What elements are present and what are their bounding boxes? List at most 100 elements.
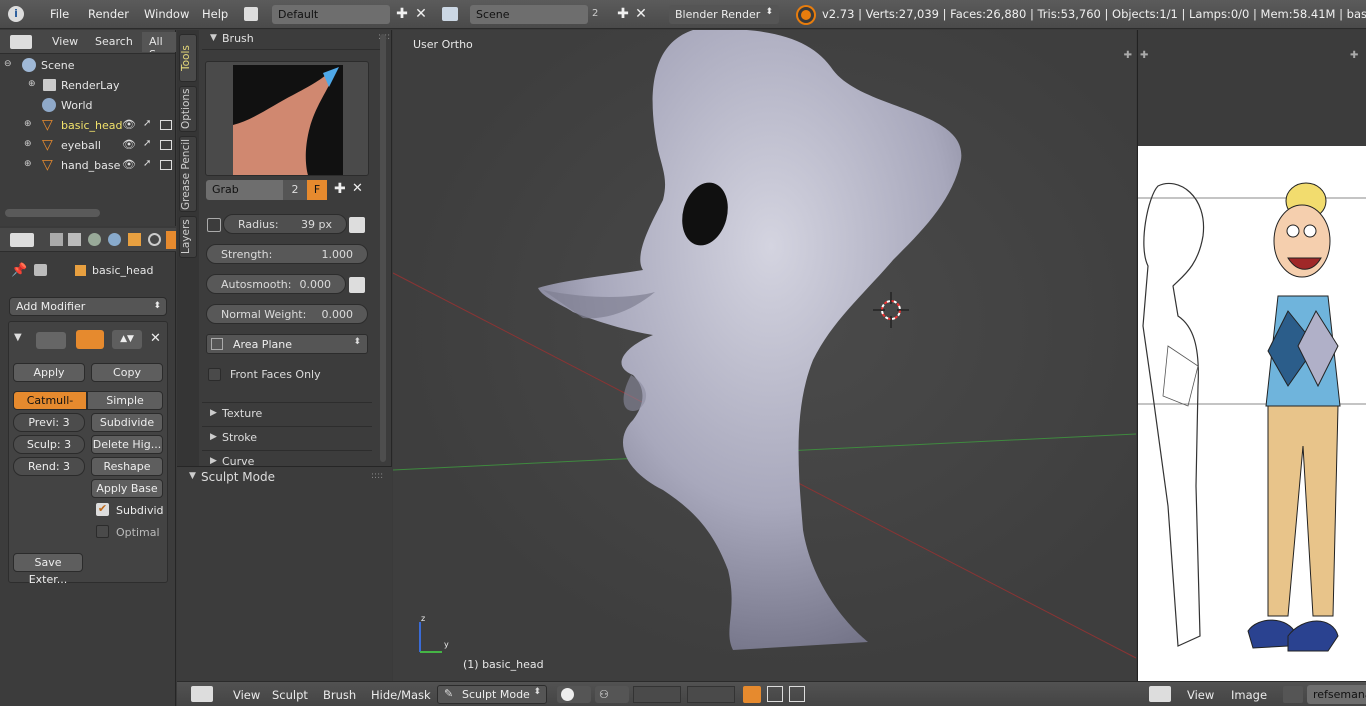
tool-shelf-scrollbar[interactable]: [380, 34, 386, 462]
menu-brush[interactable]: Brush: [323, 688, 356, 702]
info-editor-icon[interactable]: i: [8, 6, 24, 22]
scene-field[interactable]: Scene: [470, 5, 588, 24]
optimal-display-checkbox[interactable]: [96, 525, 109, 538]
menu-view[interactable]: View: [233, 688, 260, 702]
expand-icon[interactable]: ⊕: [24, 119, 32, 129]
delete-higher-button[interactable]: Delete Hig...: [91, 435, 163, 454]
render-still-icon[interactable]: [767, 686, 783, 702]
outliner-menu-search[interactable]: Search: [95, 35, 133, 48]
tab-options[interactable]: Options: [179, 86, 197, 132]
properties-editor-icon[interactable]: [10, 233, 34, 247]
area-split-icon[interactable]: ✚: [1124, 50, 1132, 61]
expand-icon[interactable]: ⊕: [28, 79, 36, 89]
world-tab-icon[interactable]: [108, 233, 121, 246]
render-animation-icon[interactable]: [789, 686, 805, 702]
pressure-icon[interactable]: [349, 277, 365, 293]
tab-tools[interactable]: Tools: [179, 34, 197, 82]
outliner-display-select[interactable]: All Sc: [142, 32, 176, 52]
save-external-button[interactable]: Save Exter...: [13, 553, 83, 586]
menu-sculpt[interactable]: Sculpt: [272, 688, 308, 702]
catmull-clark-button[interactable]: Catmull-Clark: [13, 391, 87, 424]
render-tab-icon[interactable]: [50, 233, 63, 246]
expand-icon[interactable]: ⊕: [24, 159, 32, 169]
constraints-tab-icon[interactable]: [148, 233, 161, 246]
unlink-brush-icon[interactable]: ✕: [352, 181, 363, 196]
image-editor-type-icon[interactable]: [1149, 686, 1171, 702]
tab-grease-pencil[interactable]: Grease Pencil: [179, 136, 197, 212]
menu-file[interactable]: File: [50, 7, 69, 21]
render-camera-icon[interactable]: [160, 120, 172, 130]
collapse-triangle-icon[interactable]: ▼: [14, 332, 22, 343]
menu-hide-mask[interactable]: Hide/Mask: [371, 688, 431, 702]
area-split-icon[interactable]: ✚: [1350, 50, 1358, 61]
pin-icon[interactable]: 📌: [11, 263, 27, 278]
visibility-eye-icon[interactable]: 👁: [122, 138, 136, 151]
visibility-eye-icon[interactable]: 👁: [122, 158, 136, 171]
new-brush-icon[interactable]: ✚: [334, 181, 346, 197]
outliner-editor-icon[interactable]: [10, 35, 32, 49]
brush-preview-frame[interactable]: [205, 61, 369, 176]
subdivide-button[interactable]: Subdivide: [91, 413, 163, 432]
outliner-row-eyeball[interactable]: ⊕ ▽ eyeball 👁 ➚: [0, 135, 176, 155]
sculpt-levels-field[interactable]: Sculp: 3: [13, 435, 85, 454]
add-layout-icon[interactable]: ✚: [393, 5, 411, 24]
menu-window[interactable]: Window: [144, 7, 189, 21]
layer-buttons-1[interactable]: [633, 686, 681, 703]
copy-button[interactable]: Copy: [91, 363, 163, 382]
outliner-row-world[interactable]: World: [0, 95, 176, 115]
mode-select[interactable]: ✎ Sculpt Mode ⬍: [437, 685, 547, 704]
selectable-cursor-icon[interactable]: ➚: [143, 118, 151, 129]
strength-slider[interactable]: Strength: 1.000: [206, 244, 368, 264]
radius-slider[interactable]: Radius: 39 px: [223, 214, 347, 234]
layer-buttons-2[interactable]: [687, 686, 735, 703]
outliner-row-hand-base[interactable]: ⊕ ▽ hand_base 👁 ➚: [0, 155, 176, 175]
pressure-icon[interactable]: [349, 217, 365, 233]
simple-button[interactable]: Simple: [87, 391, 163, 410]
screen-layout-icon[interactable]: [244, 7, 258, 21]
reshape-button[interactable]: Reshape: [91, 457, 163, 476]
collapse-triangle-icon[interactable]: ▼: [189, 471, 196, 481]
scene-icon[interactable]: [442, 7, 458, 21]
lock-icon[interactable]: [207, 218, 221, 232]
outliner-row-scene[interactable]: ⊖ Scene: [0, 55, 176, 75]
outliner-row-basic-head[interactable]: ⊕ ▽ basic_head 👁 ➚: [0, 115, 176, 135]
preview-levels-field[interactable]: Previ: 3: [13, 413, 85, 432]
normal-weight-slider[interactable]: Normal Weight: 0.000: [206, 304, 368, 324]
stroke-panel-header[interactable]: ▶ Stroke: [202, 426, 372, 448]
brush-name-field[interactable]: Grab: [206, 180, 283, 200]
render-engine-select[interactable]: Blender Render ⬍: [669, 5, 779, 24]
selectable-cursor-icon[interactable]: ➚: [143, 138, 151, 149]
render-levels-field[interactable]: Rend: 3: [13, 457, 85, 476]
pivot-point-select[interactable]: ⚇: [595, 686, 629, 703]
editor-type-icon[interactable]: [191, 686, 213, 702]
visibility-eye-icon[interactable]: 👁: [122, 118, 136, 131]
apply-base-button[interactable]: Apply Base: [91, 479, 163, 498]
move-up-down-icon[interactable]: ▲▼: [112, 330, 142, 349]
outliner-row-renderlayers[interactable]: ⊕ RenderLay: [0, 75, 176, 95]
menu-help[interactable]: Help: [202, 7, 228, 21]
remove-scene-icon[interactable]: ✕: [632, 5, 650, 24]
outliner-scrollbar[interactable]: [5, 209, 100, 217]
scene-tab-icon[interactable]: [88, 233, 101, 246]
expand-icon[interactable]: ⊕: [24, 139, 32, 149]
image-browse-icon[interactable]: [1283, 686, 1303, 703]
image-menu-image[interactable]: Image: [1231, 688, 1267, 702]
brush-panel-header[interactable]: ▼ Brush ::::: [202, 30, 390, 50]
area-split-icon[interactable]: ✚: [1140, 50, 1148, 61]
render-camera-icon[interactable]: [160, 160, 172, 170]
render-camera-icon[interactable]: [160, 140, 172, 150]
image-name-field[interactable]: refsemana: [1307, 685, 1366, 704]
viewport-shading-select[interactable]: [557, 686, 591, 703]
fake-user-button[interactable]: F: [307, 180, 327, 200]
display-toggles-icon[interactable]: [76, 330, 104, 349]
texture-panel-header[interactable]: ▶ Texture: [202, 402, 372, 424]
subdivide-uvs-checkbox[interactable]: ✔: [96, 503, 109, 516]
collapse-icon[interactable]: ⊖: [4, 59, 12, 69]
tab-layers[interactable]: Layers: [179, 216, 197, 258]
lock-camera-icon[interactable]: [743, 686, 761, 703]
add-modifier-select[interactable]: Add Modifier ⬍: [9, 297, 167, 316]
drag-grip-icon[interactable]: ::::: [371, 471, 383, 481]
add-scene-icon[interactable]: ✚: [614, 5, 632, 24]
front-faces-checkbox[interactable]: [208, 368, 221, 381]
outliner-menu-view[interactable]: View: [52, 35, 78, 48]
